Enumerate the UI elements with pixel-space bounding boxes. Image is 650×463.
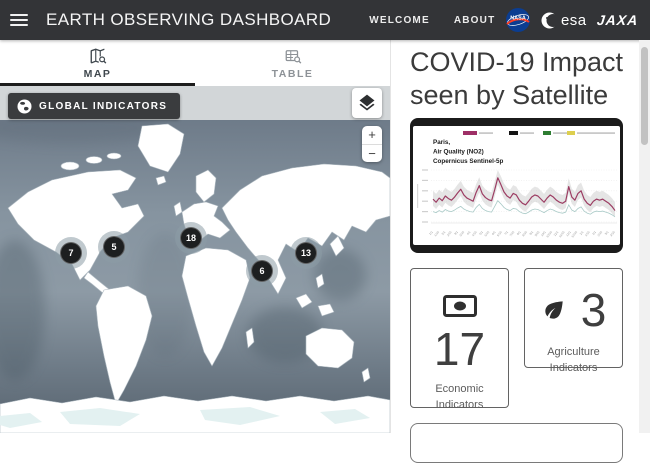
tab-table[interactable]: TABLE <box>195 40 390 86</box>
nav-welcome[interactable]: WELCOME <box>369 15 430 26</box>
map-marker[interactable]: 13 <box>290 237 322 269</box>
scrollbar-thumb[interactable] <box>641 47 648 145</box>
zoom-out-button[interactable]: − <box>362 145 382 163</box>
svg-text:9/15: 9/15 <box>534 230 541 237</box>
marker-count: 18 <box>180 227 202 249</box>
svg-text:6/15: 6/15 <box>496 230 503 237</box>
svg-text:NASA: NASA <box>510 16 526 22</box>
layers-icon <box>357 93 377 113</box>
svg-text:1/15: 1/15 <box>433 230 440 237</box>
svg-text:8/15: 8/15 <box>521 230 528 237</box>
map-marker[interactable]: 7 <box>55 237 87 269</box>
zoom-in-button[interactable]: + <box>362 126 382 144</box>
map-marker[interactable]: 18 <box>175 222 207 254</box>
world-map[interactable]: 75 18 6 13 <box>0 120 390 433</box>
world-map-canvas <box>0 120 390 433</box>
esa-logo: esa <box>541 12 587 29</box>
map-marker[interactable]: 6 <box>246 255 278 287</box>
next-card[interactable] <box>410 423 623 463</box>
svg-text:5/15: 5/15 <box>484 230 491 237</box>
svg-text:Copernicus Sentinel-5p: Copernicus Sentinel-5p <box>433 158 503 165</box>
active-tab-indicator <box>0 83 195 86</box>
app-header: EARTH OBSERVING DASHBOARD WELCOME ABOUT … <box>0 0 650 40</box>
agriculture-indicators-card[interactable]: 3 Agriculture Indicators <box>524 268 623 368</box>
global-indicators-button[interactable]: GLOBAL INDICATORS <box>8 93 180 119</box>
svg-text:3/15: 3/15 <box>458 230 465 237</box>
tab-map[interactable]: MAP <box>0 40 195 86</box>
layers-button[interactable] <box>352 88 382 118</box>
svg-text:2/15: 2/15 <box>596 230 603 237</box>
marker-count: 7 <box>60 242 82 264</box>
svg-text:12/15: 12/15 <box>570 230 578 239</box>
svg-text:4/15: 4/15 <box>471 230 478 237</box>
mini-chart: 1/11/152/12/153/13/154/14/155/15/156/16/… <box>413 126 620 245</box>
svg-text:3/15: 3/15 <box>609 230 616 237</box>
marker-count: 5 <box>103 236 125 258</box>
svg-text:Paris,: Paris, <box>433 139 450 146</box>
economic-count: 17 <box>411 326 508 372</box>
nasa-logo: NASA <box>505 7 531 33</box>
banknote-icon <box>443 295 477 317</box>
view-tabs: MAP TABLE <box>0 40 390 86</box>
menu-icon[interactable] <box>0 0 40 40</box>
svg-text:2/15: 2/15 <box>446 230 453 237</box>
economic-indicators-card[interactable]: 17 Economic Indicators <box>410 268 509 408</box>
agriculture-count: 3 <box>581 287 607 333</box>
globe-icon <box>17 99 32 114</box>
jaxa-logo: JAXA <box>596 12 639 28</box>
chart-card[interactable]: 1/11/152/12/153/13/154/14/155/15/156/16/… <box>410 118 623 253</box>
info-panel: COVID-19 Impact seen by Satellite 1/11/1… <box>390 40 650 433</box>
svg-text:7/15: 7/15 <box>509 230 516 237</box>
svg-text:Air Quality (NO2): Air Quality (NO2) <box>433 149 484 156</box>
agriculture-label: Agriculture Indicators <box>525 345 622 376</box>
esa-globe-icon <box>541 12 558 29</box>
map-marker[interactable]: 5 <box>98 231 130 263</box>
app-title: EARTH OBSERVING DASHBOARD <box>46 10 331 30</box>
economic-label: Economic Indicators <box>411 382 508 413</box>
marker-count: 13 <box>295 242 317 264</box>
chart-inner: 1/11/152/12/153/13/154/14/155/15/156/16/… <box>413 126 620 245</box>
map-search-icon <box>89 47 107 65</box>
scrollbar-track[interactable] <box>639 40 650 433</box>
table-search-icon <box>284 47 302 65</box>
nav-about[interactable]: ABOUT <box>454 15 496 26</box>
svg-text:1/15: 1/15 <box>584 230 591 237</box>
zoom-control: + − <box>362 126 382 162</box>
leaf-icon <box>541 297 567 323</box>
panel-title: COVID-19 Impact seen by Satellite <box>410 46 635 112</box>
marker-count: 6 <box>251 260 273 282</box>
